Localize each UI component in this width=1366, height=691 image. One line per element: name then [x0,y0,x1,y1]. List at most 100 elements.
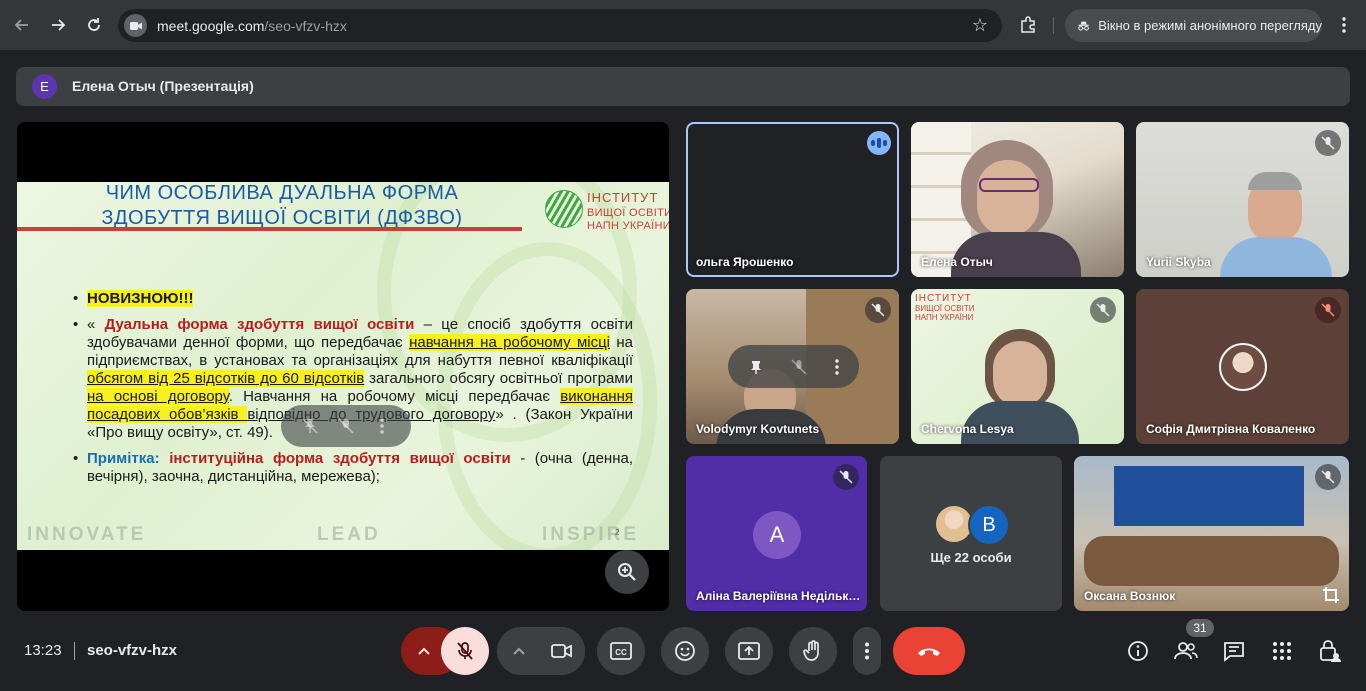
present-screen-button[interactable] [725,627,773,675]
slide-title-rule [17,227,522,231]
others-count-label: Ще 22 особи [930,550,1012,565]
meeting-code: seo-vfzv-hzx [87,642,178,659]
participant-video-hair [1248,172,1302,190]
back-button[interactable] [8,11,36,39]
muted-indicator [1315,130,1341,156]
participant-tile[interactable]: Volodymyr Kovtunets [686,289,899,444]
host-controls-button[interactable] [1316,637,1344,665]
participant-name: Оксана Вознюк [1084,589,1176,603]
participant-video-body [1220,237,1332,277]
unpin-icon[interactable] [301,417,319,435]
muted-indicator [833,464,859,490]
more-vert-icon [1342,17,1346,33]
slide-page-number: 2 [615,528,620,537]
meeting-details-button[interactable] [1124,637,1152,665]
people-button[interactable] [1172,637,1200,665]
mic-off-icon[interactable] [337,417,355,435]
participant-tile[interactable]: ольга Ярошенко [686,122,899,277]
more-vert-icon [865,642,869,660]
meeting-clock: 13:23 [24,642,62,659]
participant-name: Volodymyr Kovtunets [696,422,820,436]
presentation-title: Елена Отыч (Презентація) [72,78,254,94]
more-vert-icon[interactable] [379,417,385,435]
reload-icon [88,18,100,31]
activities-button[interactable] [1268,637,1296,665]
participant-tile[interactable]: Софія Дмитрівна Коваленко [1136,289,1349,444]
forward-button[interactable] [44,11,72,39]
bookmark-star-icon[interactable]: ☆ [972,15,988,36]
participant-tile[interactable]: ІНСТИТУТ ВИЩОЇ ОСВІТИ НАПН УКРАЇНИ Cherv… [911,289,1124,444]
footer-word-innovate: INNOVATE [27,524,147,545]
participant-name: Аліна Валеріївна Недільк… [696,589,861,603]
zoom-button[interactable] [605,550,649,594]
bullet-novelty: НОВИЗНОЮ!!! [73,290,633,308]
browser-toolbar: meet.google.com/seo-vfzv-hzx ☆ Вікно в р… [0,0,1366,50]
raise-hand-button[interactable] [789,627,837,675]
presentation-stage[interactable]: ЧИМ ОСОБЛИВА ДУАЛЬНА ФОРМА ЗДОБУТТЯ ВИЩО… [17,122,669,611]
others-tile[interactable]: B Ще 22 особи [880,456,1062,611]
chat-button[interactable] [1220,637,1248,665]
present-to-all-icon [738,642,760,660]
reactions-button[interactable] [661,627,709,675]
incognito-label: Вікно в режимі анонімного перегляду [1098,18,1322,33]
more-options-button[interactable] [853,627,881,675]
leave-call-button[interactable] [893,627,965,675]
participant-video-face [977,160,1039,236]
people-icon [1174,642,1198,660]
extensions-button[interactable] [1014,11,1042,39]
site-info-button[interactable] [124,14,147,37]
closed-captions-icon: CC [610,642,632,660]
participant-tile[interactable]: Оксана Вознюк [1074,456,1349,611]
logo-line3: НАПН УКРАЇНИ [587,220,669,232]
shared-slide: ЧИМ ОСОБЛИВА ДУАЛЬНА ФОРМА ЗДОБУТТЯ ВИЩО… [17,182,669,550]
meet-camera-icon [129,21,142,30]
apps-grid-icon [1273,642,1291,660]
participant-name: Елена Отыч [921,255,993,269]
mic-off-icon [1321,303,1335,317]
pin-icon[interactable] [748,359,764,375]
room-banner-background [1114,466,1304,526]
people-count-badge: 31 [1186,619,1214,637]
more-vert-icon[interactable] [835,358,839,375]
info-icon [1128,641,1148,661]
muted-indicator [1315,297,1341,323]
institute-globe-icon [545,190,583,228]
bullet-note: Примітка: інституційна форма здобуття ви… [73,450,633,486]
url-text: meet.google.com/seo-vfzv-hzx [157,18,347,34]
slide-bullets: НОВИЗНОЮ!!! « Дуальна форма здобуття вищ… [73,290,633,492]
mic-off-icon[interactable] [791,358,808,375]
address-bar[interactable]: meet.google.com/seo-vfzv-hzx ☆ [118,9,1002,42]
glasses-icon [979,178,1039,192]
chevron-up-icon [418,647,430,655]
muted-indicator [1090,297,1116,323]
institute-logo: ІНСТИТУТ ВИЩОЇ ОСВІТИ НАПН УКРАЇНИ [545,188,669,232]
participant-name: Chervona Lesya [921,422,1014,436]
incognito-icon [1078,21,1089,31]
captions-button[interactable]: CC [597,627,645,675]
slide-title-line1: ЧИМ ОСОБЛИВА ДУАЛЬНА ФОРМА [105,182,459,204]
mic-off-icon [839,470,853,484]
bottom-bar-divider [74,642,75,660]
logo-line2: ВИЩОЇ ОСВІТИ [587,207,669,219]
participant-tile[interactable]: A Аліна Валеріївна Недільк… [686,456,867,611]
incognito-indicator[interactable]: Вікно в режимі анонімного перегляду [1065,9,1322,42]
tile-hover-controls [728,345,859,388]
camera-control-group [497,627,585,675]
microphone-toggle-button[interactable] [441,627,489,675]
participant-tile[interactable]: Елена Отыч [911,122,1124,277]
mic-off-icon [1321,470,1335,484]
arrow-right-icon [52,19,66,31]
reload-button[interactable] [80,11,108,39]
svg-text:CC: CC [615,648,627,657]
chevron-up-icon[interactable] [513,647,525,655]
muted-indicator [865,297,891,323]
call-end-icon [918,648,940,656]
footer-word-lead: LEAD [317,524,381,545]
arrow-left-icon [14,19,28,31]
crop-icon[interactable] [1321,585,1341,605]
zoom-in-icon [618,563,636,581]
camera-toggle-button[interactable] [538,627,585,675]
mic-off-icon [457,642,473,660]
participant-tile[interactable]: Yurii Skyba [1136,122,1349,277]
browser-menu-button[interactable] [1332,11,1356,39]
